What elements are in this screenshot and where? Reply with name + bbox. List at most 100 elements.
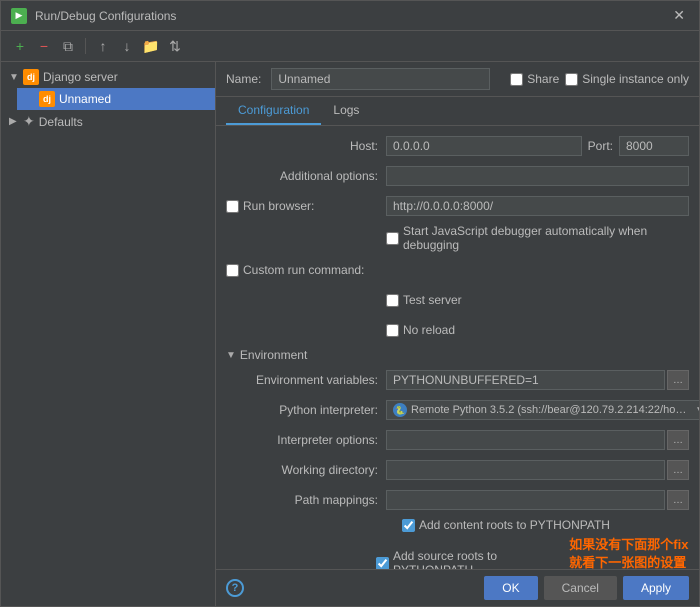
- add-source-roots-label[interactable]: Add source roots to PYTHONPATH: [376, 549, 547, 569]
- single-instance-checkbox-label[interactable]: Single instance only: [565, 72, 689, 86]
- sidebar-item-django-server[interactable]: ▼ dj Django server: [1, 66, 215, 88]
- working-directory-label: Working directory:: [226, 463, 386, 477]
- custom-run-label: Custom run command:: [243, 263, 364, 277]
- working-directory-row: Working directory: …: [226, 458, 689, 482]
- share-area: Share Single instance only: [510, 72, 689, 86]
- add-content-roots-text: Add content roots to PYTHONPATH: [419, 518, 610, 532]
- sidebar-django-label: Django server: [43, 70, 118, 84]
- add-source-roots-text: Add source roots to PYTHONPATH: [393, 549, 547, 569]
- environment-section: ▼ Environment: [226, 348, 689, 362]
- run-debug-dialog: ▶ Run/Debug Configurations ✕ + − ⧉ ↑ ↓ 📁…: [0, 0, 700, 607]
- move-up-button[interactable]: ↑: [92, 35, 114, 57]
- defaults-icon: ✦: [23, 113, 35, 130]
- working-directory-input[interactable]: [386, 460, 665, 480]
- toolbar-separator: [85, 38, 86, 54]
- python-interpreter-label: Python interpreter:: [226, 403, 386, 417]
- test-server-label: Test server: [403, 293, 462, 307]
- configurations-toolbar: + − ⧉ ↑ ↓ 📁 ⇅: [1, 31, 699, 62]
- python-interpreter-row: Python interpreter: 🐍 Remote Python 3.5.…: [226, 398, 689, 422]
- sidebar-item-defaults[interactable]: ▶ ✦ Defaults: [1, 110, 215, 133]
- host-input[interactable]: 0.0.0.0: [386, 136, 582, 156]
- path-mappings-input[interactable]: [386, 490, 665, 510]
- js-debugger-row: Start JavaScript debugger automatically …: [226, 224, 689, 252]
- expand-arrow: ▼: [9, 72, 19, 83]
- no-reload-checkbox-label[interactable]: No reload: [386, 323, 455, 337]
- name-input[interactable]: Unnamed: [271, 68, 490, 90]
- tab-configuration[interactable]: Configuration: [226, 97, 321, 125]
- config-panel: Host: 0.0.0.0 Port: 8000 Additional opti…: [216, 126, 699, 569]
- python-interpreter-select[interactable]: 🐍 Remote Python 3.5.2 (ssh://bear@120.79…: [386, 400, 699, 420]
- sidebar-item-unnamed[interactable]: dj Unnamed: [17, 88, 215, 110]
- no-reload-checkbox[interactable]: [386, 324, 399, 337]
- custom-run-checkbox[interactable]: [226, 264, 239, 277]
- defaults-arrow: ▶: [9, 116, 19, 127]
- add-content-roots-checkbox[interactable]: [402, 519, 415, 532]
- additional-options-input[interactable]: [386, 166, 689, 186]
- run-browser-input[interactable]: http://0.0.0.0:8000/: [386, 196, 689, 216]
- add-content-roots-label[interactable]: Add content roots to PYTHONPATH: [402, 518, 610, 532]
- apply-button[interactable]: Apply: [623, 576, 689, 600]
- test-server-row: Test server: [226, 288, 689, 312]
- js-debugger-checkbox[interactable]: [386, 232, 399, 245]
- run-browser-row: Run browser: http://0.0.0.0:8000/: [226, 194, 689, 218]
- dialog-icon: ▶: [11, 8, 27, 24]
- no-reload-label: No reload: [403, 323, 455, 337]
- add-config-button[interactable]: +: [9, 35, 31, 57]
- interpreter-options-input[interactable]: [386, 430, 665, 450]
- additional-options-row: Additional options:: [226, 164, 689, 188]
- interpreter-options-label: Interpreter options:: [226, 433, 386, 447]
- env-variables-label: Environment variables:: [226, 373, 386, 387]
- action-buttons: OK Cancel Apply: [484, 576, 689, 600]
- folder-button[interactable]: 📁: [140, 35, 162, 57]
- js-debugger-label: Start JavaScript debugger automatically …: [403, 224, 689, 252]
- python-icon: 🐍: [393, 403, 407, 417]
- test-server-checkbox-label[interactable]: Test server: [386, 293, 462, 307]
- share-checkbox-label[interactable]: Share: [510, 72, 559, 86]
- add-source-roots-checkbox[interactable]: [376, 557, 389, 569]
- move-down-button[interactable]: ↓: [116, 35, 138, 57]
- port-label: Port:: [588, 139, 613, 153]
- env-variables-row: Environment variables: PYTHONUNBUFFERED=…: [226, 368, 689, 392]
- annotation-line1: 如果没有下面那个fix: [569, 537, 688, 552]
- single-instance-checkbox[interactable]: [565, 73, 578, 86]
- sidebar-defaults-label: Defaults: [39, 115, 83, 129]
- js-debugger-checkbox-label[interactable]: Start JavaScript debugger automatically …: [386, 224, 689, 252]
- test-server-checkbox[interactable]: [386, 294, 399, 307]
- host-row: Host: 0.0.0.0 Port: 8000: [226, 134, 689, 158]
- remove-config-button[interactable]: −: [33, 35, 55, 57]
- ok-button[interactable]: OK: [484, 576, 537, 600]
- add-content-roots-row: Add content roots to PYTHONPATH: [236, 518, 689, 532]
- custom-run-checkbox-label[interactable]: Custom run command:: [226, 263, 378, 277]
- dialog-title: Run/Debug Configurations: [35, 9, 661, 23]
- no-reload-row: No reload: [226, 318, 689, 342]
- sort-button[interactable]: ⇅: [164, 35, 186, 57]
- annotation-line2: 就看下一张图的设置流程: [569, 555, 686, 569]
- add-source-roots-row: Add source roots to PYTHONPATH 如果没有下面那个f…: [236, 536, 689, 569]
- interpreter-dropdown-arrow: ▼: [695, 405, 699, 416]
- env-browse-button[interactable]: …: [667, 370, 689, 390]
- sidebar: ▼ dj Django server dj Unnamed ▶ ✦ Defaul…: [1, 62, 216, 606]
- run-browser-checkbox-label[interactable]: Run browser:: [226, 199, 378, 213]
- env-arrow[interactable]: ▼: [226, 350, 236, 361]
- interpreter-value: Remote Python 3.5.2 (ssh://bear@120.79.2…: [411, 404, 691, 416]
- share-checkbox[interactable]: [510, 73, 523, 86]
- name-bar: Name: Unnamed Share Single instance only: [216, 62, 699, 97]
- env-variables-input[interactable]: PYTHONUNBUFFERED=1: [386, 370, 665, 390]
- tab-logs[interactable]: Logs: [321, 97, 371, 125]
- environment-label: Environment: [240, 348, 307, 362]
- working-dir-browse[interactable]: …: [667, 460, 689, 480]
- run-browser-form-label: Run browser:: [226, 199, 386, 213]
- interp-options-browse[interactable]: …: [667, 430, 689, 450]
- close-button[interactable]: ✕: [669, 7, 689, 24]
- help-button[interactable]: ?: [226, 579, 244, 597]
- run-browser-checkbox[interactable]: [226, 200, 239, 213]
- sidebar-unnamed-label: Unnamed: [59, 92, 111, 106]
- cancel-button[interactable]: Cancel: [544, 576, 617, 600]
- port-input[interactable]: 8000: [619, 136, 689, 156]
- django-server-icon: dj: [23, 69, 39, 85]
- bottom-bar: ? OK Cancel Apply: [216, 569, 699, 606]
- path-mappings-browse[interactable]: …: [667, 490, 689, 510]
- single-instance-label: Single instance only: [582, 72, 689, 86]
- right-panel: Name: Unnamed Share Single instance only…: [216, 62, 699, 606]
- copy-config-button[interactable]: ⧉: [57, 35, 79, 57]
